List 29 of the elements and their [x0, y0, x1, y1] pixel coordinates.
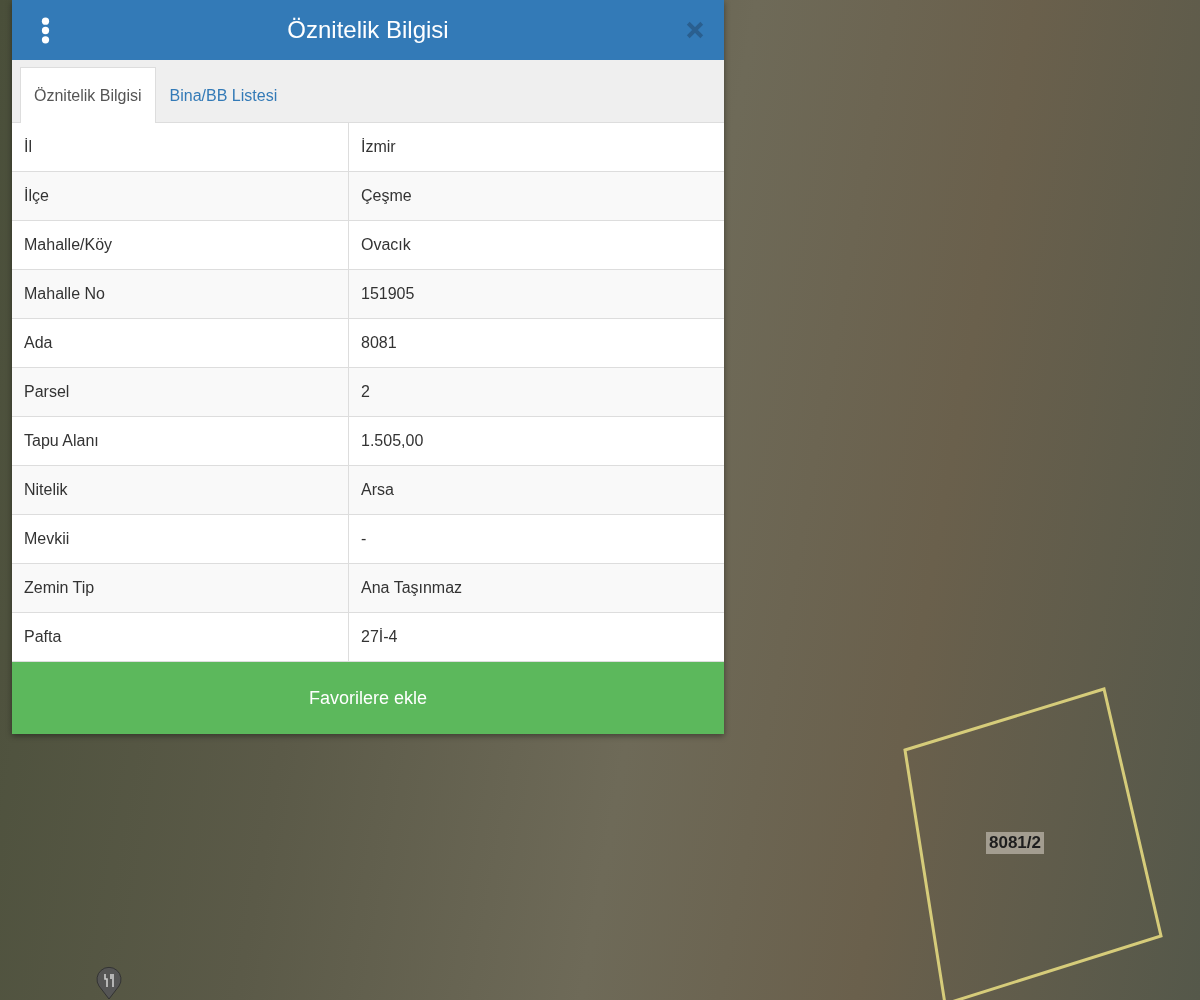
parcel-label: 8081/2: [986, 832, 1044, 854]
tab[interactable]: Bina/BB Listesi: [155, 67, 292, 123]
field-value-cell: İzmir: [348, 123, 724, 171]
field-value-cell: -: [348, 515, 724, 563]
field-value-cell: Ovacık: [348, 221, 724, 269]
field-label-cell-text: Parsel: [23, 382, 71, 402]
restaurant-pin-icon[interactable]: [95, 966, 123, 1000]
add-to-favorites-button[interactable]: Favorilere ekle: [12, 662, 724, 734]
field-value-cell: Çeşme: [348, 172, 724, 220]
field-label-cell-text: İlçe: [23, 186, 50, 206]
field-label-cell-text: Ada: [23, 333, 54, 353]
field-label-cell-text: İl: [23, 137, 33, 157]
field-value-cell: Arsa: [348, 466, 724, 514]
field-value-cell: 1.505,00: [348, 417, 724, 465]
field-label-cell-text: Tapu Alanı: [23, 431, 100, 451]
field-label-cell-text: Nitelik: [23, 480, 69, 500]
field-value-cell: 27İ-4: [348, 613, 724, 661]
menu-icon[interactable]: [41, 16, 50, 44]
field-label-cell-text: Mahalle/Köy: [23, 235, 114, 255]
field-value-cell: 2: [348, 368, 724, 416]
field-label-cell-text: Pafta: [23, 627, 63, 647]
field-value-cell: 151905: [348, 270, 724, 318]
field-label-cell-text: Mahalle No: [23, 284, 106, 304]
tab[interactable]: Öznitelik Bilgisi: [20, 67, 156, 123]
field-label-cell-text: Mevkii: [23, 529, 71, 549]
field-value-cell: Ana Taşınmaz: [348, 564, 724, 612]
field-value-cell: 8081: [348, 319, 724, 367]
panel-title: Öznitelik Bilgisi: [287, 16, 449, 44]
field-label-cell-text: Zemin Tip: [23, 578, 96, 598]
